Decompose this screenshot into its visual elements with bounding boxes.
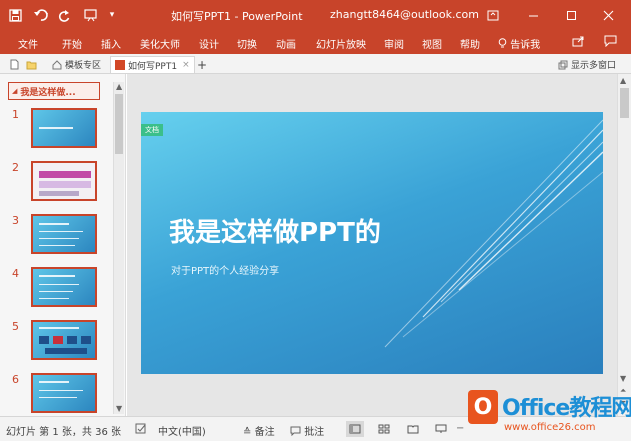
office-logo-icon: O bbox=[468, 390, 498, 424]
customize-quick-access-icon[interactable]: ▾ bbox=[106, 6, 118, 24]
language-indicator[interactable]: 中文(中国) bbox=[158, 423, 206, 438]
tab-beautify-master[interactable]: 美化大师 bbox=[140, 36, 180, 51]
scrollbar-thumb[interactable] bbox=[620, 88, 629, 118]
slide-sorter-view-icon[interactable] bbox=[375, 421, 393, 437]
slide-thumbnail-2[interactable] bbox=[31, 161, 97, 201]
maximize-icon[interactable] bbox=[560, 6, 582, 24]
close-icon[interactable] bbox=[597, 6, 619, 24]
notes-label: 备注 bbox=[254, 427, 275, 438]
normal-view-icon[interactable] bbox=[346, 421, 364, 437]
document-tab-strip: 模板专区 如何写PPT1 × + 显示多窗口 bbox=[0, 54, 631, 74]
undo-icon[interactable] bbox=[30, 6, 52, 24]
tab-home[interactable]: 开始 bbox=[62, 36, 82, 51]
close-tab-icon[interactable]: × bbox=[182, 60, 190, 70]
section-header[interactable]: ◢ 我是这样做... bbox=[8, 82, 100, 100]
comments-label: 批注 bbox=[304, 427, 325, 438]
user-account[interactable]: zhangtt8464@outlook.com bbox=[330, 8, 479, 21]
reading-view-icon[interactable] bbox=[404, 421, 422, 437]
powerpoint-file-icon bbox=[115, 60, 125, 70]
slide-thumbnails-pane: ◢ 我是这样做... 1 2 3 4 5 6 ▲ ▼ bbox=[0, 74, 126, 416]
tab-document[interactable]: 如何写PPT1 × bbox=[110, 56, 195, 73]
slide-number: 5 bbox=[12, 320, 19, 333]
slide-subtitle[interactable]: 对于PPT的个人经验分享 bbox=[171, 262, 279, 277]
template-tab-label: 模板专区 bbox=[65, 61, 102, 71]
thumbnails-scrollbar[interactable]: ▲ ▼ bbox=[113, 82, 124, 414]
minimize-icon[interactable] bbox=[522, 6, 544, 24]
notes-icon: ≙ bbox=[243, 427, 252, 438]
windows-icon bbox=[558, 60, 568, 70]
tab-view[interactable]: 视图 bbox=[422, 36, 442, 51]
watermark-brand: Office教程网 bbox=[502, 396, 631, 421]
ribbon-tabs: 文件 开始 插入 美化大师 设计 切换 动画 幻灯片放映 审阅 视图 帮助 告诉… bbox=[0, 30, 631, 54]
window-title: 如何写PPT1 - PowerPoint bbox=[171, 10, 303, 23]
tab-help[interactable]: 帮助 bbox=[460, 36, 480, 51]
tab-design[interactable]: 设计 bbox=[199, 36, 219, 51]
scroll-up-icon[interactable]: ▲ bbox=[116, 82, 122, 91]
show-multiple-windows-button[interactable]: 显示多窗口 bbox=[554, 56, 620, 73]
comment-icon bbox=[290, 426, 304, 438]
tab-insert[interactable]: 插入 bbox=[101, 36, 121, 51]
scrollbar-thumb[interactable] bbox=[115, 94, 123, 154]
title-bar: ▾ 如何写PPT1 - PowerPoint zhangtt8464@outlo… bbox=[0, 0, 631, 30]
tab-slide-show[interactable]: 幻灯片放映 bbox=[316, 36, 366, 51]
slide-info: 幻灯片 第 1 张，共 36 张 bbox=[6, 427, 121, 438]
slide-thumbnail-4[interactable] bbox=[31, 267, 97, 307]
share-icon[interactable] bbox=[572, 35, 585, 50]
tab-template-zone[interactable]: 模板专区 bbox=[48, 56, 105, 73]
open-folder-icon[interactable] bbox=[22, 56, 41, 73]
collapse-triangle-icon[interactable]: ◢ bbox=[12, 87, 17, 95]
slide-show-view-icon[interactable] bbox=[432, 421, 450, 437]
slide-title[interactable]: 我是这样做PPT的 bbox=[169, 212, 381, 249]
home-icon bbox=[52, 59, 62, 70]
slide-tag: 文档 bbox=[141, 124, 163, 136]
slide-number: 2 bbox=[12, 161, 19, 174]
show-windows-label: 显示多窗口 bbox=[571, 61, 617, 71]
tab-animations[interactable]: 动画 bbox=[276, 36, 296, 51]
tell-me-button[interactable]: 告诉我 bbox=[498, 36, 540, 51]
comments-icon[interactable] bbox=[604, 35, 617, 50]
slide-thumbnail-6[interactable] bbox=[31, 373, 97, 413]
tab-review[interactable]: 审阅 bbox=[384, 36, 404, 51]
slide-thumbnail-3[interactable] bbox=[31, 214, 97, 254]
add-tab-button[interactable]: + bbox=[193, 56, 211, 73]
current-slide[interactable]: 文档 我是这样做PPT的 对于PPT的个人经验分享 bbox=[141, 112, 603, 374]
slide-thumbnail-5[interactable] bbox=[31, 320, 97, 360]
redo-icon[interactable] bbox=[56, 6, 72, 24]
slide-number: 4 bbox=[12, 267, 19, 280]
zoom-out-icon[interactable]: − bbox=[456, 423, 464, 434]
ribbon-display-options-icon[interactable] bbox=[482, 6, 504, 24]
slide-number: 6 bbox=[12, 373, 19, 386]
scroll-up-icon[interactable]: ▲ bbox=[620, 76, 626, 85]
slide-number: 1 bbox=[12, 108, 19, 121]
tell-me-label: 告诉我 bbox=[510, 40, 541, 51]
lightbulb-icon bbox=[498, 38, 510, 51]
new-file-icon[interactable] bbox=[6, 56, 23, 73]
slide-editing-area: 文档 我是这样做PPT的 对于PPT的个人经验分享 bbox=[127, 74, 617, 416]
watermark-url: www.office26.com bbox=[504, 422, 596, 433]
editing-scrollbar[interactable]: ▲ ▼ ⏶ ⏷ bbox=[617, 74, 631, 416]
comments-button[interactable]: 批注 bbox=[290, 423, 324, 438]
notes-button[interactable]: ≙ 备注 bbox=[243, 423, 275, 438]
save-icon[interactable] bbox=[6, 6, 24, 24]
watermark: O Office教程网 www.office26.com bbox=[468, 382, 631, 441]
tab-file[interactable]: 文件 bbox=[18, 36, 38, 51]
slide-thumbnail-1[interactable] bbox=[31, 108, 97, 148]
present-from-start-icon[interactable] bbox=[82, 6, 100, 24]
slide-number: 3 bbox=[12, 214, 19, 227]
spellcheck-icon[interactable] bbox=[135, 423, 147, 438]
scroll-down-icon[interactable]: ▼ bbox=[116, 404, 122, 413]
document-tab-label: 如何写PPT1 bbox=[128, 61, 178, 72]
tab-transitions[interactable]: 切换 bbox=[237, 36, 257, 51]
section-label: 我是这样做... bbox=[20, 87, 76, 98]
